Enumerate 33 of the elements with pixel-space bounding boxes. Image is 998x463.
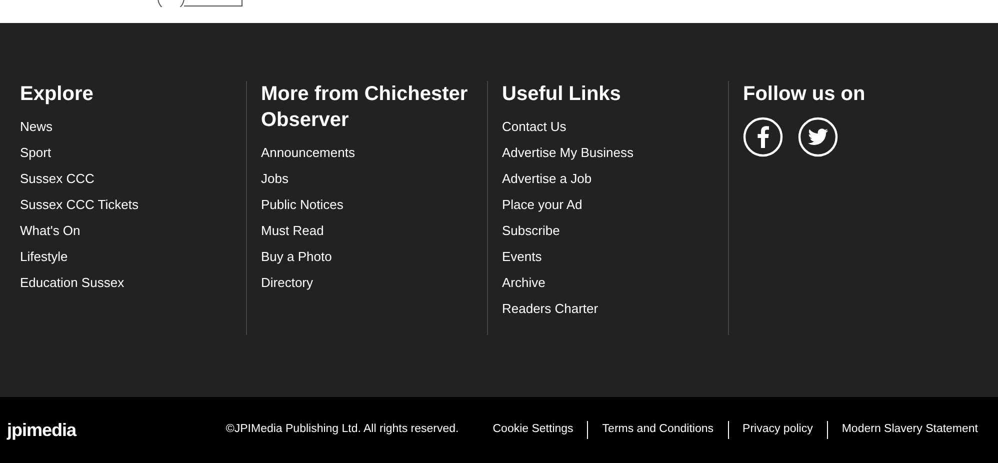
- column-heading: Explore: [20, 82, 94, 107]
- footer-link[interactable]: Buy a Photo: [261, 244, 487, 270]
- footer-link[interactable]: Modern Slavery Statement: [828, 421, 978, 439]
- footer-link[interactable]: Archive: [502, 270, 728, 296]
- footer-link[interactable]: Announcements: [261, 140, 487, 166]
- footer-link[interactable]: Contact Us: [502, 114, 728, 140]
- footer-link[interactable]: Must Read: [261, 218, 487, 244]
- column-heading: More from Chichester Observer: [261, 82, 469, 133]
- twitter-icon[interactable]: [798, 117, 838, 157]
- footer-link[interactable]: Cookie Settings: [478, 421, 588, 439]
- footer-link[interactable]: Public Notices: [261, 192, 487, 218]
- footer-link[interactable]: Education Sussex: [20, 270, 246, 296]
- column-heading: Follow us on: [743, 82, 866, 107]
- footer-link[interactable]: Events: [502, 244, 728, 270]
- column-heading: Useful Links: [502, 82, 622, 107]
- footer-link[interactable]: Sussex CCC Tickets: [20, 192, 246, 218]
- footer-link[interactable]: Directory: [261, 270, 487, 296]
- footer-link[interactable]: Advertise a Job: [502, 166, 728, 192]
- footer-link[interactable]: Sport: [20, 140, 246, 166]
- footer-link[interactable]: Advertise My Business: [502, 140, 728, 166]
- brand-logo[interactable]: jpimedia: [7, 416, 76, 444]
- facebook-icon[interactable]: [743, 117, 783, 157]
- footer-link[interactable]: News: [20, 114, 246, 140]
- footer-link[interactable]: Privacy policy: [728, 421, 827, 439]
- footer-link[interactable]: Readers Charter: [502, 296, 728, 322]
- footer-link[interactable]: Sussex CCC: [20, 166, 246, 192]
- footer-link[interactable]: Place your Ad: [502, 192, 728, 218]
- footer-link[interactable]: Jobs: [261, 166, 487, 192]
- footer-link[interactable]: Lifestyle: [20, 244, 246, 270]
- footer-link[interactable]: Terms and Conditions: [588, 421, 728, 439]
- copyright-text: ©JPIMedia Publishing Ltd. All rights reserved.: [226, 422, 459, 438]
- footer-link[interactable]: What's On: [20, 218, 246, 244]
- footer-link[interactable]: Subscribe: [502, 218, 728, 244]
